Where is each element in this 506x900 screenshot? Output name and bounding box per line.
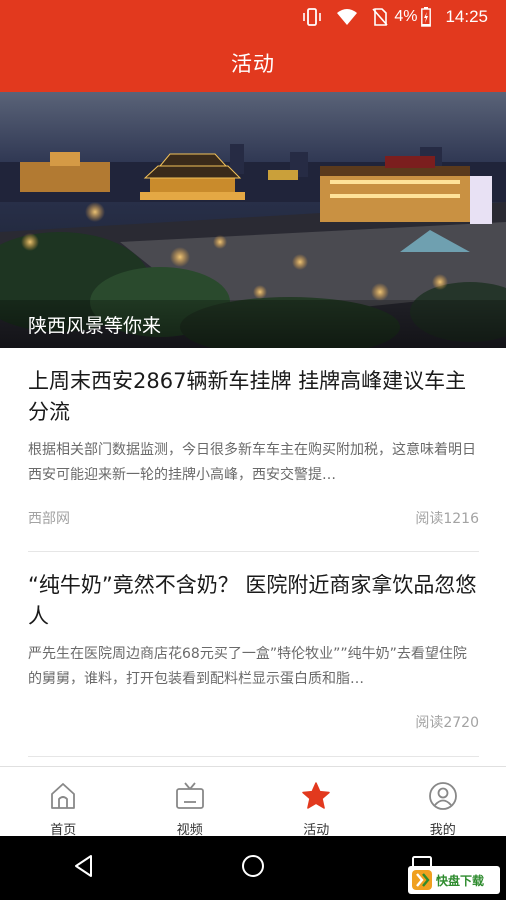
home-icon [48, 781, 78, 815]
article-read-count: 阅读2720 [415, 715, 479, 731]
star-icon [301, 781, 331, 815]
logo-icon [412, 870, 432, 890]
tv-icon [175, 781, 205, 815]
vibrate-icon [302, 8, 322, 26]
divider [28, 756, 479, 757]
article-title: “纯牛奶”竟然不含奶？ 医院附近商家拿饮品忽悠人 [28, 573, 477, 628]
article-summary: 严先生在医院周边商店花68元买了一盒”特伦牧业””纯牛奶”去看望住院的舅舅，谁料… [28, 646, 467, 687]
back-icon[interactable] [73, 854, 95, 882]
tab-activity[interactable]: 活动 [253, 767, 380, 838]
page-title: 活动 [231, 52, 275, 76]
article-summary: 根据相关部门数据监测，今日很多新车车主在购买附加税，这意味着明日西安可能迎来新一… [28, 442, 476, 483]
watermark-text: 快盘下载 [436, 873, 485, 888]
user-icon [428, 781, 458, 815]
app-header: 活动 [0, 34, 506, 92]
banner-caption: 陕西风景等你来 [0, 300, 506, 348]
article-title: 上周末西安2867辆新车挂牌 挂牌高峰建议车主分流 [28, 369, 467, 424]
banner[interactable]: 陕西风景等你来 [0, 92, 506, 348]
bottom-tab-bar: 首页 视频 活动 我的 [0, 766, 506, 838]
article-read-count: 阅读1216 [415, 511, 479, 527]
no-sim-icon [372, 8, 388, 26]
tab-home[interactable]: 首页 [0, 767, 127, 838]
article-meta: 阅读2720 [28, 712, 479, 732]
article-source: 西部网 [28, 511, 70, 527]
watermark-logo: 快盘下载 [408, 866, 500, 894]
article-meta: 西部网 阅读1216 [28, 508, 479, 528]
divider [28, 551, 479, 552]
list-item[interactable]: 上周末西安2867辆新车挂牌 挂牌高峰建议车主分流 根据相关部门数据监测，今日很… [28, 366, 479, 528]
battery-percent: 4% [394, 8, 418, 25]
clock: 14:25 [445, 7, 488, 26]
status-bar: 4% 14:25 [0, 0, 506, 34]
battery-charging-icon [421, 7, 432, 27]
wifi-icon [336, 8, 358, 26]
tab-me[interactable]: 我的 [380, 767, 506, 838]
home-circle-icon[interactable] [241, 854, 265, 882]
list-item[interactable]: “纯牛奶”竟然不含奶？ 医院附近商家拿饮品忽悠人 严先生在医院周边商店花68元买… [28, 570, 479, 732]
tab-video[interactable]: 视频 [127, 767, 254, 838]
